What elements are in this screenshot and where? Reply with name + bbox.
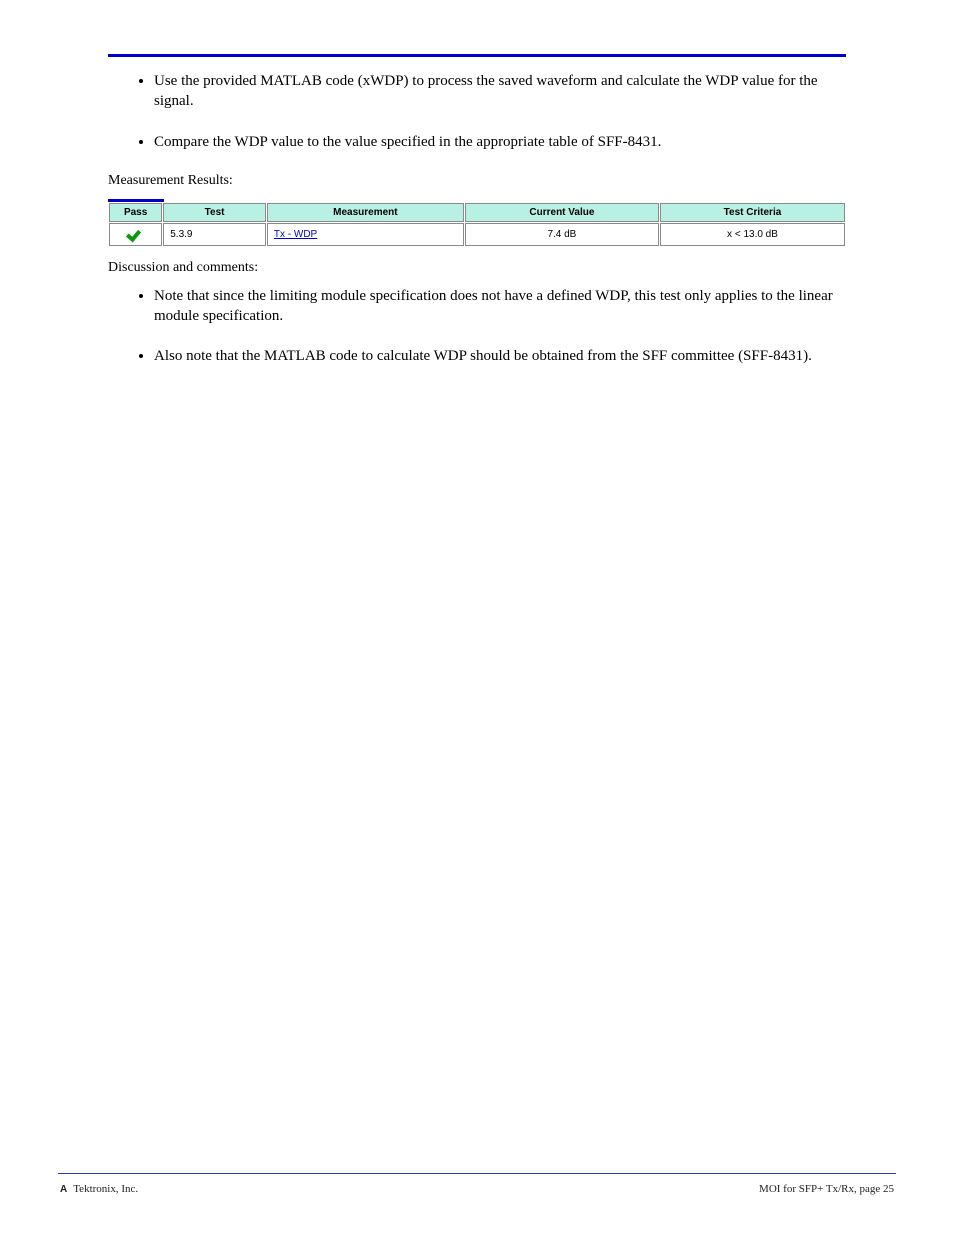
- list-item: Use the provided MATLAB code (xWDP) to p…: [154, 71, 846, 112]
- list-item: Compare the WDP value to the value speci…: [154, 132, 846, 152]
- bullet-list-b: Note that since the limiting module spec…: [108, 286, 846, 367]
- results-table: Pass Test Measurement Current Value Test…: [108, 199, 846, 247]
- cell-measurement: Tx - WDP: [267, 223, 464, 246]
- footer-page-info: MOI for SFP+ Tx/Rx, page 25: [759, 1182, 894, 1197]
- measurement-link[interactable]: Tx - WDP: [274, 229, 317, 240]
- footer-line: A Tektronix, Inc. MOI for SFP+ Tx/Rx, pa…: [60, 1182, 894, 1197]
- section-heading-discussion: Discussion and comments:: [108, 259, 846, 278]
- cell-pass: [109, 223, 162, 246]
- data-table: Pass Test Measurement Current Value Test…: [108, 202, 846, 247]
- pass-icon: [127, 226, 145, 238]
- brand-mark-icon: A: [60, 1183, 67, 1197]
- content-area: Use the provided MATLAB code (xWDP) to p…: [0, 0, 954, 366]
- cell-current-value: 7.4 dB: [465, 223, 659, 246]
- top-rule: [108, 54, 846, 57]
- table-header-row: Pass Test Measurement Current Value Test…: [109, 203, 845, 223]
- cell-test: 5.3.9: [163, 223, 266, 246]
- bullet-list-a: Use the provided MATLAB code (xWDP) to p…: [108, 71, 846, 152]
- col-header-test-criteria: Test Criteria: [660, 203, 845, 223]
- section-heading-results: Measurement Results:: [108, 172, 846, 191]
- col-header-test: Test: [163, 203, 266, 223]
- footer-company: Tektronix, Inc.: [73, 1182, 138, 1197]
- table-row: 5.3.9 Tx - WDP 7.4 dB x < 13.0 dB: [109, 223, 845, 246]
- col-header-current-value: Current Value: [465, 203, 659, 223]
- list-item: Note that since the limiting module spec…: [154, 286, 846, 327]
- page: Use the provided MATLAB code (xWDP) to p…: [0, 0, 954, 1235]
- list-item: Also note that the MATLAB code to calcul…: [154, 346, 846, 366]
- footer-left: A Tektronix, Inc.: [60, 1182, 138, 1197]
- col-header-pass: Pass: [109, 203, 162, 223]
- footer-rule: [58, 1173, 896, 1174]
- cell-test-criteria: x < 13.0 dB: [660, 223, 845, 246]
- col-header-measurement: Measurement: [267, 203, 464, 223]
- footer: A Tektronix, Inc. MOI for SFP+ Tx/Rx, pa…: [0, 1173, 954, 1197]
